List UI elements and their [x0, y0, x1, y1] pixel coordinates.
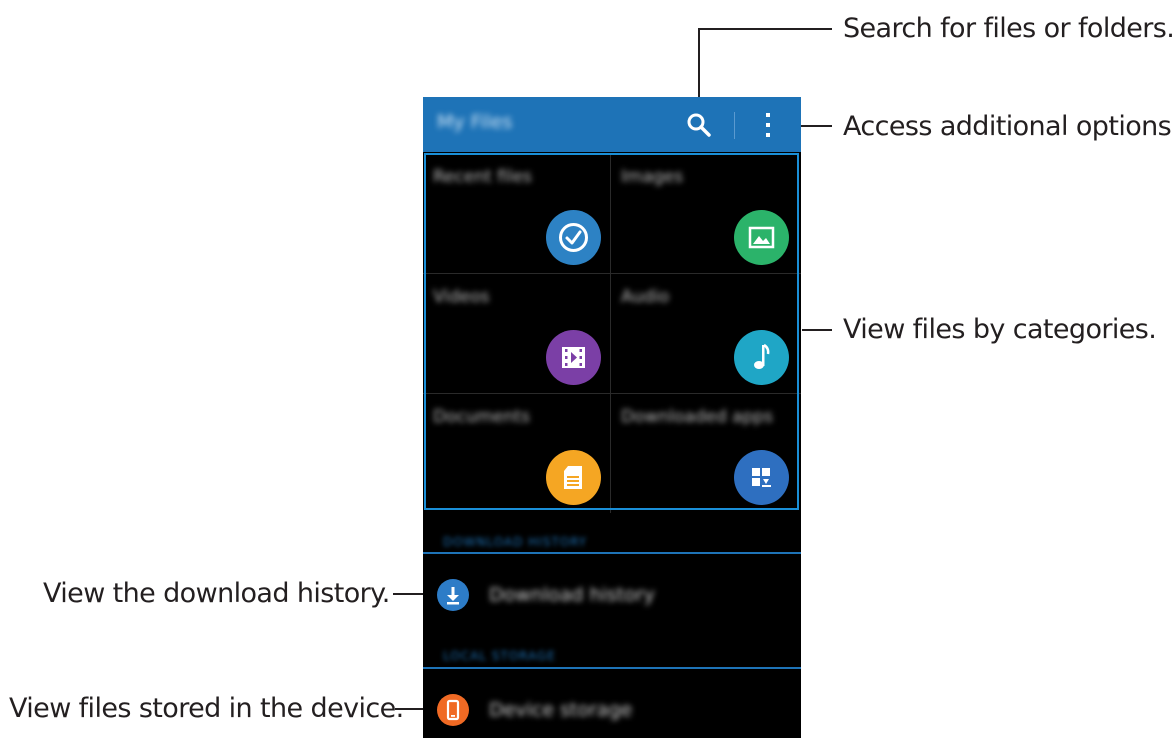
- device-storage-label: Device storage: [489, 699, 633, 721]
- callout-line-search-h: [698, 28, 832, 30]
- callout-options: Access additional options.: [843, 111, 1173, 142]
- phone-icon: [437, 694, 469, 726]
- apps-download-icon: [734, 450, 789, 505]
- search-icon[interactable]: [685, 111, 713, 139]
- section-divider: [423, 667, 801, 669]
- category-videos[interactable]: Videos: [423, 274, 610, 393]
- download-history-label: Download history: [489, 584, 655, 606]
- music-note-icon: [734, 330, 789, 385]
- more-options-icon[interactable]: [756, 109, 780, 141]
- category-label: Audio: [621, 287, 670, 307]
- document-icon: [546, 450, 601, 505]
- category-images[interactable]: Images: [611, 154, 798, 273]
- category-label: Images: [621, 167, 684, 187]
- callout-download-history: View the download history.: [43, 578, 390, 609]
- category-downloaded-apps[interactable]: Downloaded apps: [611, 394, 798, 513]
- clock-icon: [546, 210, 601, 265]
- section-header-local-storage: LOCAL STORAGE: [443, 649, 556, 663]
- download-history-row[interactable]: Download history: [423, 570, 801, 622]
- download-icon: [437, 579, 469, 611]
- category-label: Downloaded apps: [621, 407, 774, 427]
- my-files-screen: My Files Recent files Images Videos Audi…: [423, 97, 801, 738]
- action-bar-divider: [734, 112, 735, 139]
- category-recent-files[interactable]: Recent files: [423, 154, 610, 273]
- callout-categories: View files by categories.: [843, 314, 1157, 345]
- callout-line-search-v: [698, 28, 700, 108]
- section-divider: [423, 552, 801, 554]
- category-label: Recent files: [433, 167, 532, 187]
- category-grid: Recent files Images Videos Audio Documen…: [423, 154, 801, 513]
- image-icon: [734, 210, 789, 265]
- action-bar: My Files: [423, 97, 801, 152]
- category-label: Videos: [433, 287, 490, 307]
- callout-line-categories: [802, 329, 832, 331]
- section-header-download-history: DOWNLOAD HISTORY: [443, 535, 588, 549]
- film-icon: [546, 330, 601, 385]
- category-audio[interactable]: Audio: [611, 274, 798, 393]
- app-title: My Files: [437, 111, 513, 133]
- callout-device-storage: View files stored in the device.: [9, 693, 404, 724]
- device-storage-row[interactable]: Device storage: [423, 685, 801, 737]
- category-documents[interactable]: Documents: [423, 394, 610, 513]
- category-label: Documents: [433, 407, 530, 427]
- callout-search: Search for files or folders.: [843, 13, 1173, 44]
